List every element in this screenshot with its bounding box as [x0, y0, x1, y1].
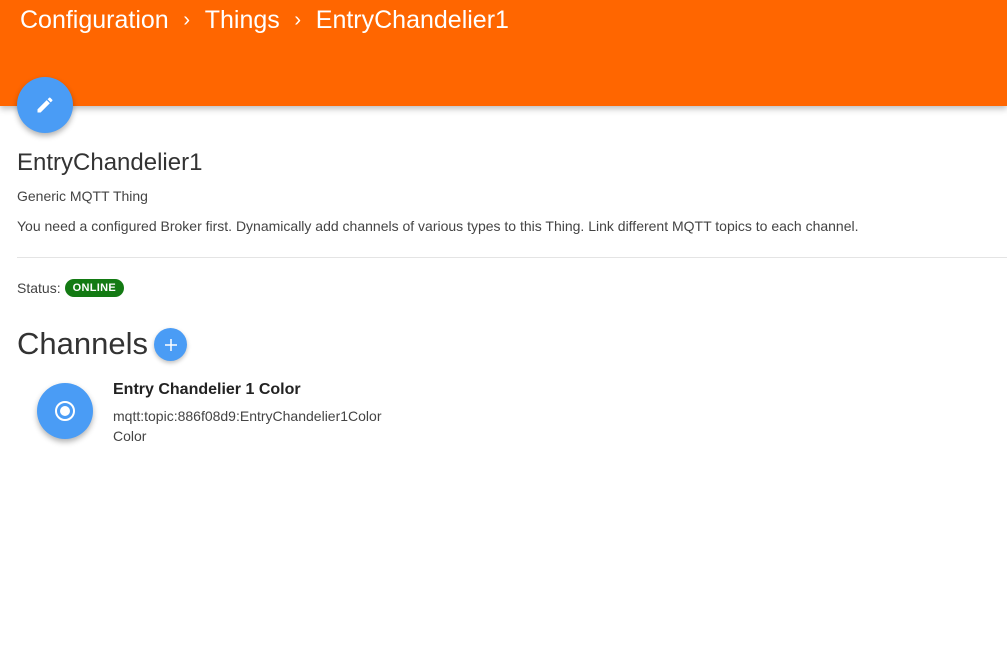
breadcrumb-current-thing: EntryChandelier1 [315, 5, 509, 34]
breadcrumb: Configuration › Things › EntryChandelier… [20, 4, 509, 36]
status-row: Status: ONLINE [17, 279, 124, 297]
channel-icon [37, 383, 93, 439]
chevron-right-icon: › [183, 8, 191, 31]
thing-description: You need a configured Broker first. Dyna… [17, 218, 859, 234]
plus-icon [164, 338, 178, 352]
status-label: Status: [17, 280, 61, 296]
channels-heading: Channels [17, 326, 148, 361]
breadcrumb-things[interactable]: Things [205, 6, 280, 35]
divider [17, 257, 1007, 258]
channel-uid: mqtt:topic:886f08d9:EntryChandelier1Colo… [113, 408, 382, 424]
thing-title: EntryChandelier1 [17, 149, 203, 176]
pencil-icon [35, 95, 55, 115]
edit-thing-button[interactable] [17, 77, 73, 133]
add-channel-button[interactable] [154, 328, 187, 361]
chevron-right-icon: › [294, 8, 302, 31]
status-badge: ONLINE [64, 279, 124, 297]
channel-name: Entry Chandelier 1 Color [113, 381, 301, 398]
thing-type: Generic MQTT Thing [17, 188, 148, 204]
app-header: Configuration › Things › EntryChandelier… [0, 0, 1007, 106]
radio-target-icon [54, 400, 76, 422]
channel-list-item[interactable]: Entry Chandelier 1 Color mqtt:topic:886f… [37, 381, 457, 445]
channel-type: Color [113, 428, 147, 444]
breadcrumb-configuration[interactable]: Configuration [20, 6, 169, 35]
